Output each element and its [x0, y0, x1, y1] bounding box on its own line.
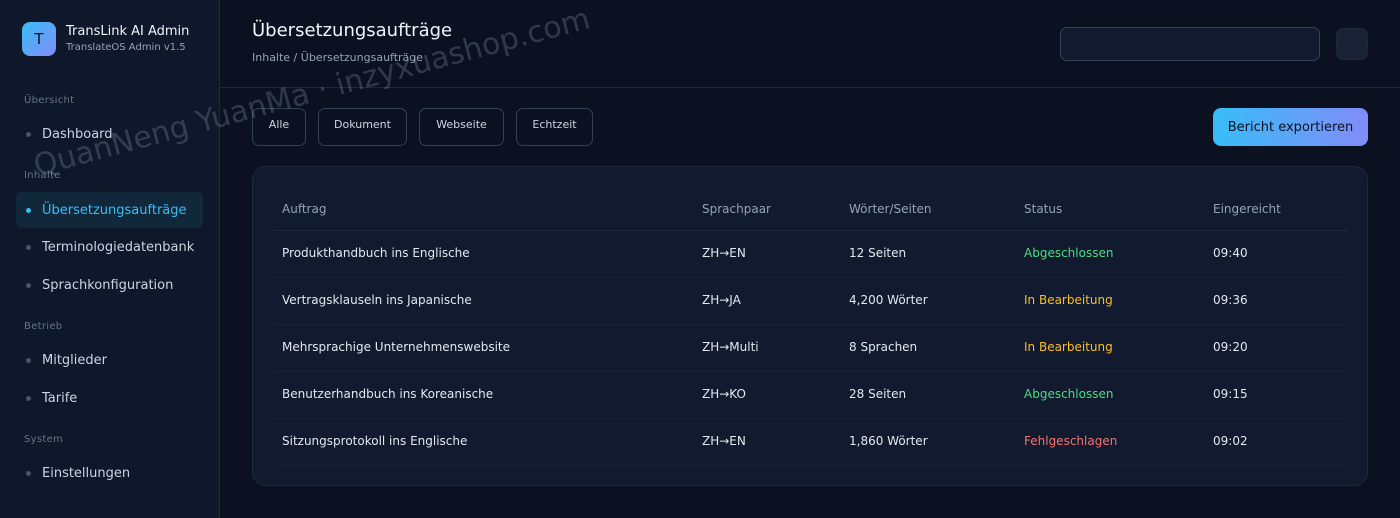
column-header-submitted: Eingereicht [1213, 202, 1281, 216]
column-header-language-pair: Sprachpaar [702, 202, 771, 216]
jobs-table: Auftrag Sprachpaar Wörter/Seiten Status … [274, 189, 1348, 466]
nav-section-content: Inhalte [24, 170, 61, 181]
nav-section-overview: Übersicht [24, 95, 75, 106]
sidebar-item-label: Terminologiedatenbank [42, 239, 195, 255]
column-header-amount: Wörter/Seiten [849, 202, 932, 216]
table-row[interactable]: Produkthandbuch ins Englische ZH→EN 12 S… [274, 231, 1348, 278]
table-row[interactable]: Benutzerhandbuch ins Koreanische ZH→KO 2… [274, 372, 1348, 419]
sidebar-item-label: Einstellungen [42, 465, 131, 481]
sidebar-item-label: Sprachkonfiguration [42, 277, 174, 293]
header-action-icon[interactable] [1336, 28, 1368, 60]
sidebar-item-settings[interactable]: Einstellungen [16, 455, 203, 491]
cell-amount: 8 Sprachen [849, 340, 918, 354]
table-header: Auftrag Sprachpaar Wörter/Seiten Status … [274, 189, 1348, 231]
page-header: Übersetzungsaufträge Inhalte / Übersetzu… [220, 0, 1400, 88]
cell-status: In Bearbeitung [1024, 293, 1113, 307]
brand: T TransLink AI Admin TranslateOS Admin v… [22, 22, 189, 56]
cell-status: Fehlgeschlagen [1024, 434, 1118, 448]
sidebar-item-terminology[interactable]: Terminologiedatenbank [16, 229, 203, 265]
filter-all[interactable]: Alle [252, 108, 306, 146]
jobs-table-card: Auftrag Sprachpaar Wörter/Seiten Status … [252, 166, 1368, 486]
nav-dot-icon [26, 282, 31, 288]
sidebar-item-plans[interactable]: Tarife [16, 380, 203, 416]
sidebar-item-dashboard[interactable]: Dashboard [16, 116, 203, 152]
sidebar-item-translation-jobs[interactable]: Übersetzungsaufträge [16, 192, 203, 228]
cell-amount: 1,860 Wörter [849, 434, 928, 448]
cell-job: Mehrsprachige Unternehmenswebsite [282, 340, 510, 354]
nav-dot-icon [26, 357, 31, 363]
cell-language-pair: ZH→KO [702, 387, 746, 401]
nav-dot-icon [26, 244, 31, 250]
cell-status: Abgeschlossen [1024, 246, 1114, 260]
nav-dot-icon [26, 131, 31, 137]
sidebar-item-label: Mitglieder [42, 352, 107, 368]
cell-amount: 12 Seiten [849, 246, 907, 260]
cell-language-pair: ZH→EN [702, 434, 746, 448]
nav-section-operations: Betrieb [24, 321, 63, 332]
page-title: Übersetzungsaufträge [252, 20, 453, 41]
filter-website[interactable]: Webseite [419, 108, 504, 146]
brand-subtitle: TranslateOS Admin v1.5 [66, 42, 186, 53]
nav-section-system: System [24, 434, 64, 445]
nav-dot-icon [26, 395, 31, 401]
sidebar: T TransLink AI Admin TranslateOS Admin v… [0, 0, 220, 518]
table-row[interactable]: Mehrsprachige Unternehmenswebsite ZH→Mul… [274, 325, 1348, 372]
sidebar-item-members[interactable]: Mitglieder [16, 342, 203, 378]
filter-realtime[interactable]: Echtzeit [516, 108, 593, 146]
cell-language-pair: ZH→JA [702, 293, 741, 307]
filter-document[interactable]: Dokument [318, 108, 407, 146]
nav-dot-icon [26, 470, 31, 476]
brand-text: TransLink AI Admin TranslateOS Admin v1.… [66, 23, 189, 55]
column-header-job: Auftrag [282, 202, 327, 216]
brand-name: TransLink AI Admin [66, 24, 190, 39]
cell-job: Benutzerhandbuch ins Koreanische [282, 387, 494, 401]
breadcrumb: Inhalte / Übersetzungsaufträge [252, 51, 424, 64]
cell-amount: 4,200 Wörter [849, 293, 928, 307]
cell-job: Sitzungsprotokoll ins Englische [282, 434, 468, 448]
cell-language-pair: ZH→EN [702, 246, 746, 260]
cell-submitted: 09:15 [1213, 387, 1248, 401]
search-input[interactable] [1060, 27, 1320, 61]
brand-logo: T [22, 22, 56, 56]
cell-job: Produkthandbuch ins Englische [282, 246, 470, 260]
table-row[interactable]: Vertragsklauseln ins Japanische ZH→JA 4,… [274, 278, 1348, 325]
app-root: T TransLink AI Admin TranslateOS Admin v… [0, 0, 1400, 518]
nav-dot-icon [26, 207, 31, 213]
cell-job: Vertragsklauseln ins Japanische [282, 293, 472, 307]
export-report-button[interactable]: Bericht exportieren [1213, 108, 1368, 146]
cell-amount: 28 Seiten [849, 387, 907, 401]
cell-status: Abgeschlossen [1024, 387, 1114, 401]
sidebar-item-label: Übersetzungsaufträge [42, 202, 187, 218]
cell-submitted: 09:20 [1213, 340, 1248, 354]
cell-submitted: 09:36 [1213, 293, 1248, 307]
cell-language-pair: ZH→Multi [702, 340, 759, 354]
cell-submitted: 09:40 [1213, 246, 1248, 260]
sidebar-item-label: Dashboard [42, 126, 113, 142]
cell-status: In Bearbeitung [1024, 340, 1113, 354]
sidebar-item-label: Tarife [42, 390, 78, 406]
table-row[interactable]: Sitzungsprotokoll ins Englische ZH→EN 1,… [274, 419, 1348, 466]
sidebar-item-language-config[interactable]: Sprachkonfiguration [16, 267, 203, 303]
cell-submitted: 09:02 [1213, 434, 1248, 448]
column-header-status: Status [1024, 202, 1063, 216]
